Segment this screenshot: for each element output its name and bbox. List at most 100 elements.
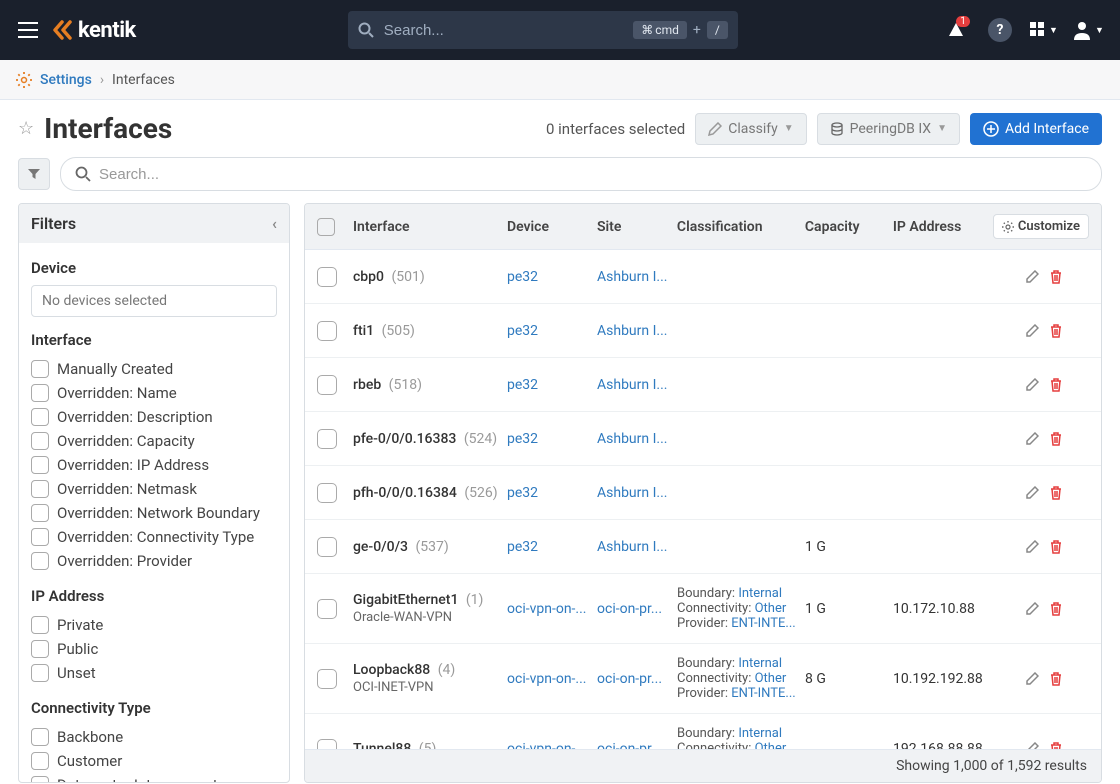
site-link[interactable]: Ashburn I... — [597, 323, 677, 339]
filter-checkbox-row[interactable]: Overridden: IP Address — [31, 453, 277, 477]
delete-icon[interactable] — [1049, 432, 1063, 446]
col-classification[interactable]: Classification — [677, 219, 805, 235]
filter-checkbox-row[interactable]: Overridden: Netmask — [31, 477, 277, 501]
edit-icon[interactable] — [1025, 672, 1039, 686]
delete-icon[interactable] — [1049, 742, 1063, 750]
device-link[interactable]: pe32 — [507, 485, 597, 501]
site-link[interactable]: Ashburn I... — [597, 539, 677, 555]
table-search-input[interactable] — [99, 166, 1087, 183]
checkbox[interactable] — [31, 504, 49, 522]
device-link[interactable]: pe32 — [507, 431, 597, 447]
site-link[interactable]: oci-on-pr... — [597, 601, 677, 617]
table-row[interactable]: ge-0/0/3 (537)pe32Ashburn I...1 G — [305, 520, 1101, 574]
checkbox[interactable] — [31, 360, 49, 378]
filter-checkbox-row[interactable]: Overridden: Capacity — [31, 429, 277, 453]
hamburger-icon[interactable] — [16, 18, 40, 42]
col-ip[interactable]: IP Address — [893, 219, 993, 235]
site-link[interactable]: Ashburn I... — [597, 431, 677, 447]
device-link[interactable]: pe32 — [507, 377, 597, 393]
filter-checkbox-row[interactable]: Unset — [31, 661, 277, 685]
checkbox[interactable] — [31, 480, 49, 498]
row-checkbox[interactable] — [317, 429, 337, 449]
site-link[interactable]: Ashburn I... — [597, 377, 677, 393]
filter-checkbox-row[interactable]: Public — [31, 637, 277, 661]
delete-icon[interactable] — [1049, 324, 1063, 338]
checkbox[interactable] — [31, 752, 49, 770]
row-checkbox[interactable] — [317, 321, 337, 341]
delete-icon[interactable] — [1049, 270, 1063, 284]
classify-button[interactable]: Classify ▼ — [695, 113, 806, 145]
table-row[interactable]: Loopback88 (4)OCI-INET-VPNoci-vpn-on-...… — [305, 644, 1101, 714]
col-device[interactable]: Device — [507, 219, 597, 235]
edit-icon[interactable] — [1025, 602, 1039, 616]
notifications-icon[interactable]: 1 — [940, 14, 972, 46]
row-checkbox[interactable] — [317, 483, 337, 503]
col-site[interactable]: Site — [597, 219, 677, 235]
filter-checkbox-row[interactable]: Overridden: Description — [31, 405, 277, 429]
checkbox[interactable] — [31, 384, 49, 402]
table-search[interactable] — [60, 157, 1102, 191]
edit-icon[interactable] — [1025, 378, 1039, 392]
table-row[interactable]: GigabitEthernet1 (1)Oracle-WAN-VPNoci-vp… — [305, 574, 1101, 644]
select-all-checkbox[interactable] — [317, 218, 335, 236]
checkbox[interactable] — [31, 552, 49, 570]
table-row[interactable]: rbeb (518)pe32Ashburn I... — [305, 358, 1101, 412]
row-checkbox[interactable] — [317, 739, 337, 750]
device-link[interactable]: pe32 — [507, 323, 597, 339]
site-link[interactable]: oci-on-pr... — [597, 741, 677, 750]
site-link[interactable]: Ashburn I... — [597, 485, 677, 501]
filter-checkbox-row[interactable]: Overridden: Connectivity Type — [31, 525, 277, 549]
checkbox[interactable] — [31, 432, 49, 450]
device-link[interactable]: oci-vpn-on-... — [507, 741, 597, 750]
col-capacity[interactable]: Capacity — [805, 219, 893, 235]
global-search[interactable]: ⌘ cmd + / — [348, 11, 738, 49]
edit-icon[interactable] — [1025, 540, 1039, 554]
breadcrumb-settings[interactable]: Settings — [40, 72, 92, 88]
edit-icon[interactable] — [1025, 324, 1039, 338]
checkbox[interactable] — [31, 640, 49, 658]
filter-checkbox-row[interactable]: Overridden: Provider — [31, 549, 277, 573]
filter-checkbox-row[interactable]: Overridden: Name — [31, 381, 277, 405]
filter-checkbox-row[interactable]: Datacenter Interconnect — [31, 773, 277, 782]
row-checkbox[interactable] — [317, 267, 337, 287]
checkbox[interactable] — [31, 728, 49, 746]
device-link[interactable]: pe32 — [507, 269, 597, 285]
delete-icon[interactable] — [1049, 486, 1063, 500]
edit-icon[interactable] — [1025, 270, 1039, 284]
device-select[interactable]: No devices selected — [31, 285, 277, 317]
site-link[interactable]: oci-on-pr... — [597, 671, 677, 687]
delete-icon[interactable] — [1049, 378, 1063, 392]
edit-icon[interactable] — [1025, 432, 1039, 446]
checkbox[interactable] — [31, 664, 49, 682]
apps-icon[interactable]: ▼ — [1028, 14, 1060, 46]
customize-button[interactable]: Customize — [993, 214, 1089, 239]
user-menu-icon[interactable]: ▼ — [1072, 14, 1104, 46]
filter-checkbox-row[interactable]: Manually Created — [31, 357, 277, 381]
filter-checkbox-row[interactable]: Private — [31, 613, 277, 637]
table-row[interactable]: fti1 (505)pe32Ashburn I... — [305, 304, 1101, 358]
delete-icon[interactable] — [1049, 602, 1063, 616]
chevron-left-icon[interactable]: ‹ — [272, 214, 277, 233]
checkbox[interactable] — [31, 776, 49, 782]
delete-icon[interactable] — [1049, 540, 1063, 554]
edit-icon[interactable] — [1025, 742, 1039, 750]
filter-checkbox-row[interactable]: Backbone — [31, 725, 277, 749]
star-icon[interactable]: ☆ — [18, 118, 34, 139]
table-row[interactable]: cbp0 (501)pe32Ashburn I... — [305, 250, 1101, 304]
add-interface-button[interactable]: Add Interface — [970, 113, 1102, 145]
delete-icon[interactable] — [1049, 672, 1063, 686]
table-row[interactable]: pfh-0/0/0.16384 (526)pe32Ashburn I... — [305, 466, 1101, 520]
table-row[interactable]: Tunnel88 (5)oci-vpn-on-...oci-on-pr...Bo… — [305, 714, 1101, 749]
edit-icon[interactable] — [1025, 486, 1039, 500]
row-checkbox[interactable] — [317, 669, 337, 689]
checkbox[interactable] — [31, 456, 49, 474]
filter-checkbox-row[interactable]: Customer — [31, 749, 277, 773]
filter-toggle-button[interactable] — [18, 158, 50, 190]
device-link[interactable]: oci-vpn-on-... — [507, 671, 597, 687]
checkbox[interactable] — [31, 528, 49, 546]
peeringdb-button[interactable]: PeeringDB IX ▼ — [817, 113, 960, 145]
row-checkbox[interactable] — [317, 375, 337, 395]
checkbox[interactable] — [31, 408, 49, 426]
site-link[interactable]: Ashburn I... — [597, 269, 677, 285]
global-search-input[interactable] — [384, 22, 624, 39]
